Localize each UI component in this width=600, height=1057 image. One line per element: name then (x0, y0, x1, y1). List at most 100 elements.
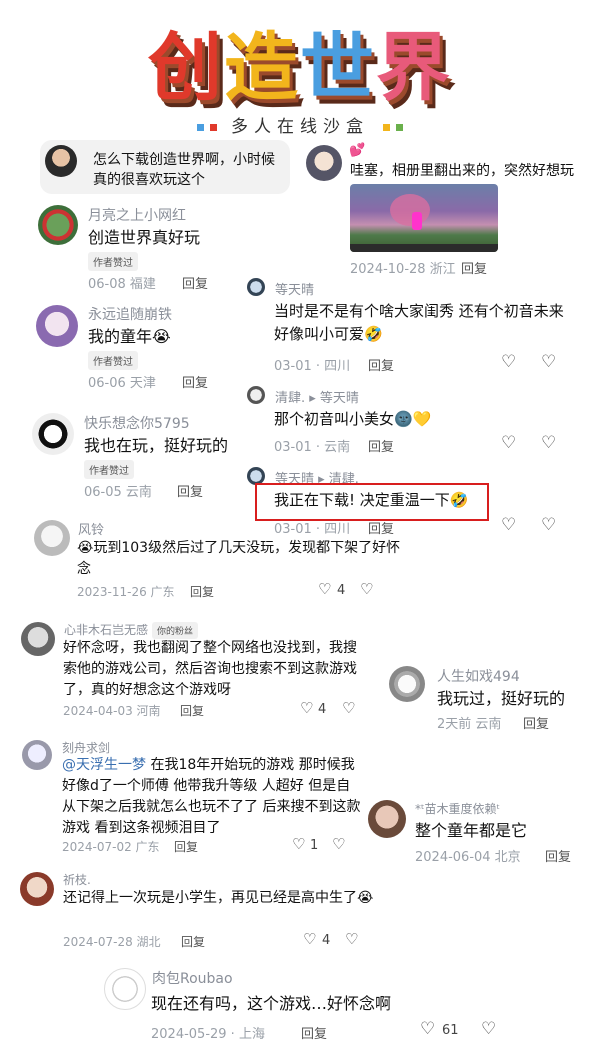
reply-button[interactable]: 回复 (461, 258, 487, 277)
comment-text: 创造世界真好玩 (88, 228, 201, 247)
logo-subtitle: 多人在线沙盒 (140, 112, 460, 137)
reply-button[interactable]: 回复 (545, 846, 571, 865)
reply-button[interactable]: 回复 (177, 481, 203, 500)
username[interactable]: 风铃 (78, 519, 104, 538)
reply-button[interactable]: 回复 (368, 518, 394, 537)
dislike-broken-heart-icon[interactable]: ♡ (541, 433, 556, 453)
like-heart-icon[interactable]: ♡ (318, 580, 331, 598)
comment-meta: 2024-07-02 广东 (62, 840, 160, 854)
comment-text: 怎么下载创造世界啊，小时候真的很喜欢玩这个 (93, 152, 275, 188)
dislike-broken-heart-icon[interactable]: ♡ (345, 930, 358, 948)
logo-char-2: 造 (224, 25, 300, 111)
like-heart-icon[interactable]: ♡ (420, 1019, 435, 1039)
comment-text: 我的童年😭 (88, 327, 171, 346)
comment-text: 还记得上一次玩是小学生，再见已经是高中生了😭 (63, 890, 374, 906)
avatar[interactable] (104, 968, 146, 1010)
author-liked-tag: 作者赞过 (84, 460, 134, 479)
avatar[interactable] (34, 520, 70, 556)
comment-text: 我正在下载! 决定重温一下🤣 (274, 491, 469, 509)
username[interactable]: 快乐想念你5795 (84, 413, 190, 433)
comment-meta: 2023-11-26 广东 (77, 585, 175, 599)
reply-button[interactable]: 回复 (180, 702, 204, 719)
dislike-broken-heart-icon[interactable]: ♡ (360, 580, 373, 598)
mention-link[interactable]: @天浮生一梦 (62, 757, 146, 773)
like-count: 61 (442, 1023, 459, 1038)
heart-emoji-icon: 💕 (349, 143, 366, 158)
comment-text: 整个童年都是它 (415, 821, 528, 840)
reply-button[interactable]: 回复 (182, 273, 208, 292)
comment-meta: 2024-07-28 湖北 (63, 935, 161, 949)
username[interactable]: 刻舟求剑 (62, 739, 110, 756)
reply-button[interactable]: 回复 (174, 838, 198, 855)
like-count: 4 (337, 583, 346, 598)
logo-title: 创造世界 (140, 20, 460, 116)
comment-text: @天浮生一梦 在我18年开始玩的游戏 那时候我好像d了一个师傅 他带我升等级 人… (62, 755, 362, 839)
comment-text: 好怀念呀，我也翻阅了整个网络也没找到，我搜索他的游戏公司，然后咨询也搜索不到这款… (63, 640, 357, 698)
reply-button[interactable]: 回复 (368, 436, 394, 455)
comment-text: 我玩过，挺好玩的 (437, 689, 566, 708)
dislike-broken-heart-icon[interactable]: ♡ (541, 352, 556, 372)
like-heart-icon[interactable]: ♡ (303, 930, 316, 948)
comment-meta: 03-01 · 四川 (274, 522, 351, 537)
username[interactable]: 月亮之上小网红 (88, 205, 186, 225)
username[interactable]: 永远追随崩铁 (88, 304, 172, 324)
dislike-broken-heart-icon[interactable]: ♡ (342, 699, 355, 717)
avatar[interactable] (368, 800, 406, 838)
like-heart-icon[interactable]: ♡ (501, 352, 516, 372)
comment-meta: 06-06 天津 (88, 376, 156, 391)
username[interactable]: 心非木石岂无感 (64, 621, 148, 638)
logo-square-icon (383, 123, 391, 131)
like-heart-icon[interactable]: ♡ (292, 835, 305, 853)
like-heart-icon[interactable]: ♡ (501, 515, 516, 535)
avatar[interactable] (45, 145, 77, 177)
comment-meta: 06-08 福建 (88, 277, 156, 292)
avatar[interactable] (36, 305, 78, 347)
logo-char-3: 世 (300, 25, 376, 111)
like-heart-icon[interactable]: ♡ (300, 699, 313, 717)
username[interactable]: 清肆. ▸ 等天晴 (275, 387, 359, 406)
avatar[interactable] (38, 205, 78, 245)
avatar[interactable] (247, 278, 265, 296)
fan-badge: 你的粉丝 (152, 622, 199, 639)
comment-meta: 06-05 云南 (84, 485, 152, 500)
comment-meta: 2024-05-29 · 上海 (151, 1027, 265, 1042)
logo-square-icon (209, 123, 217, 131)
logo-char-1: 创 (148, 25, 224, 111)
avatar[interactable] (247, 386, 265, 404)
reply-button[interactable]: 回复 (523, 713, 549, 732)
avatar[interactable] (22, 740, 52, 770)
reply-button[interactable]: 回复 (181, 933, 205, 950)
avatar[interactable] (32, 413, 74, 455)
comment-text: 我也在玩，挺好玩的 (84, 436, 229, 455)
comment-text: 现在还有吗，这个游戏…好怀念啊 (151, 994, 392, 1013)
author-liked-tag: 作者赞过 (88, 252, 138, 271)
comment-meta: 2024-10-28 浙江 (350, 262, 456, 277)
comment-text: 哇塞，相册里翻出来的，突然好想玩 (350, 163, 574, 179)
game-logo: 创造世界 多人在线沙盒 (140, 20, 460, 140)
comment-text: 😭玩到103级然后过了几天没玩，发现都下架了好怀念 (77, 540, 401, 577)
avatar[interactable] (306, 145, 342, 181)
reply-button[interactable]: 回复 (190, 583, 214, 600)
reply-button[interactable]: 回复 (368, 355, 394, 374)
avatar[interactable] (21, 622, 55, 656)
username[interactable]: 祈枝. (63, 871, 91, 888)
reply-button[interactable]: 回复 (182, 372, 208, 391)
like-count: 4 (318, 702, 327, 717)
comment-image[interactable] (350, 184, 498, 252)
logo-square-icon (396, 123, 404, 131)
comment-meta: 03-01 · 四川 (274, 359, 351, 374)
like-count: 4 (322, 933, 331, 948)
reply-button[interactable]: 回复 (301, 1023, 327, 1042)
dislike-broken-heart-icon[interactable]: ♡ (332, 835, 345, 853)
dislike-broken-heart-icon[interactable]: ♡ (481, 1019, 496, 1039)
username[interactable]: 等天晴 (275, 279, 314, 298)
comment-meta: 2024-04-03 河南 (63, 704, 161, 718)
dislike-broken-heart-icon[interactable]: ♡ (541, 515, 556, 535)
avatar[interactable] (20, 872, 54, 906)
username[interactable]: 人生如戏494 (437, 666, 520, 686)
logo-char-4: 界 (376, 25, 452, 111)
avatar[interactable] (389, 666, 425, 702)
username[interactable]: *ᵗ苗木重度依赖ᵗ (415, 800, 500, 817)
like-heart-icon[interactable]: ♡ (501, 433, 516, 453)
username[interactable]: 肉包Roubao (152, 968, 233, 988)
